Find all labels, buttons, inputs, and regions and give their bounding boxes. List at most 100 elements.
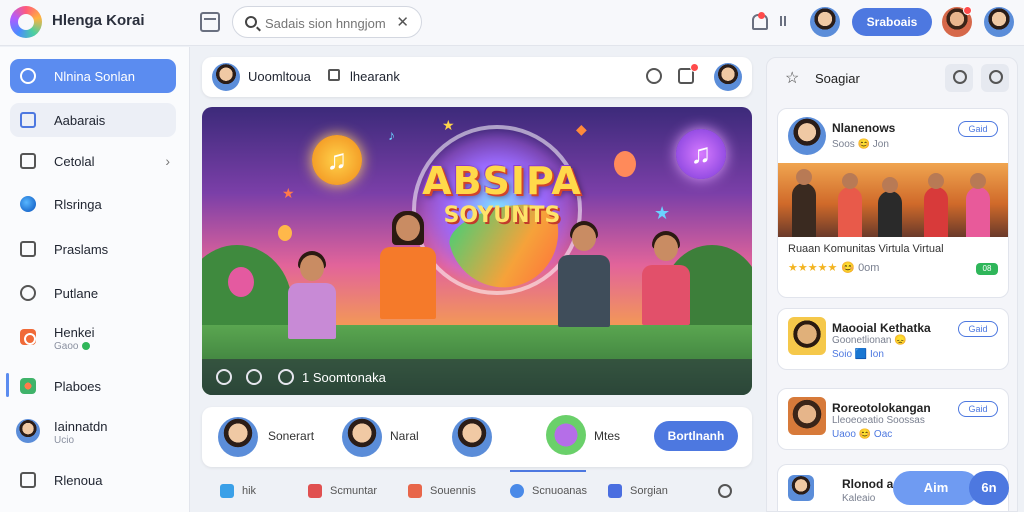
hero-banner[interactable]: ♪ ★ ◆ ★ ★ ABSIPA SOYUNTS ♫ ♫ 1 Soomtonak… (202, 107, 752, 395)
flower-icon (20, 378, 36, 394)
feed-user-avatar[interactable] (212, 63, 240, 91)
suggestion-card[interactable]: Maooial Kethatka Goonetlionan 😞 Soio 🟦 I… (777, 308, 1009, 370)
card-name: Rlonod a (842, 477, 894, 491)
music-note-icon: ♪ (388, 127, 395, 143)
sidebar-item-cetolal[interactable]: Cetolal › (10, 144, 176, 178)
suggestion-card[interactable]: Nlanenows Soos 😊 Jon Gaid Ruaan Komunita… (777, 108, 1009, 298)
card-meta: Soio 🟦 Ion (832, 349, 884, 360)
group-avatar[interactable] (452, 417, 492, 457)
user-icon[interactable] (981, 64, 1009, 92)
sidebar-item-plaboes[interactable]: Plaboes (10, 369, 176, 403)
card-name: Maooial Kethatka (832, 321, 931, 335)
sidebar-item-label: Aabarais (54, 113, 106, 128)
music-note-icon: ♫ (676, 129, 726, 179)
hero-headline: ABSIPA (422, 159, 582, 203)
record-icon (20, 329, 36, 345)
user-icon (718, 484, 732, 498)
online-status-icon (82, 342, 91, 350)
group-icon[interactable] (546, 415, 586, 455)
panel-header: ☆ Soagiar (767, 58, 1017, 98)
sidebar-item-iainnatdn[interactable]: Iainnatdn Ucio (10, 411, 176, 453)
panel-title: Soagiar (815, 71, 860, 86)
star-icon: ★ (654, 203, 671, 223)
sidebar-item-search[interactable]: Nlnina Sonlan (10, 59, 176, 93)
card-button[interactable]: Gaid (958, 121, 998, 137)
bottom-tabs: hik Scmuntar Souennis Scnuoanas Sorgian (202, 470, 752, 512)
sidebar-item-label: Nlnina Sonlan (54, 69, 135, 84)
more-label[interactable]: Mtes (594, 429, 620, 443)
sidebar-item-sublabel: Ucio (54, 435, 75, 446)
sidebar-item-label: Rlenoua (54, 473, 103, 488)
sidebar-item-label: Putlane (54, 286, 99, 301)
sidebar-item-label: Rlsringa (54, 197, 102, 212)
search-icon (20, 68, 36, 84)
search-input[interactable] (265, 13, 395, 33)
person-name[interactable]: Naral (390, 429, 419, 443)
star-icon: ◆ (576, 121, 587, 137)
suggestion-card[interactable]: Roreotolokangan Lleoeoeatio Soossas Uaoo… (777, 388, 1009, 450)
sidebar-item-putlane[interactable]: Putlane (10, 276, 176, 310)
user-avatar[interactable] (810, 7, 840, 37)
star-icon: ★ (282, 185, 295, 201)
sidebar: Nlnina Sonlan Aabarais Cetolal › Rlsring… (0, 47, 190, 512)
feed-tag[interactable]: lhearank (350, 69, 400, 84)
sidebar-item-rlsringa[interactable]: Rlsringa (10, 187, 176, 221)
share-icon[interactable] (278, 369, 294, 385)
sidebar-item-label: Cetolal (54, 154, 95, 169)
notification-bell-icon[interactable] (750, 12, 768, 30)
community-photo[interactable] (778, 163, 1008, 237)
person-avatar[interactable] (342, 417, 382, 457)
chat-icon (608, 484, 622, 498)
search-icon (245, 16, 257, 28)
heart-icon[interactable] (216, 369, 232, 385)
header-primary-button[interactable]: Sraboais (852, 8, 932, 36)
chip-button[interactable]: 6n (969, 471, 1009, 505)
feed-author-avatar[interactable] (714, 63, 742, 91)
app-logo[interactable] (10, 6, 42, 38)
active-indicator (6, 373, 9, 397)
search-bar[interactable]: ✕ (232, 6, 422, 38)
sidebar-item-rlenoua[interactable]: Rlenoua (10, 463, 176, 497)
card-caption: Ruaan Komunitas Virtula Virtual (788, 243, 944, 255)
feed-header: Uoomltoua lhearank (202, 57, 752, 97)
sidebar-item-label: Plaboes (54, 379, 101, 394)
child-figure (638, 229, 694, 359)
card-meta: Kaleaio (842, 493, 876, 504)
person-avatar[interactable] (218, 417, 258, 457)
person-name[interactable]: Sonerart (268, 429, 314, 443)
list-icon (20, 241, 36, 257)
sidebar-item-label: Iainnatdn (54, 419, 108, 434)
chat-icon (20, 285, 36, 301)
child-figure (282, 249, 342, 359)
globe-icon (20, 196, 36, 212)
pause-icon[interactable] (780, 16, 786, 26)
sidebar-item-henkei[interactable]: Henkei Gaoo (10, 317, 176, 359)
music-note-icon: ♫ (312, 135, 362, 185)
child-figure (552, 219, 616, 359)
card-button[interactable]: Gaid (958, 321, 998, 337)
card-button[interactable]: Gaid (958, 401, 998, 417)
chevron-right-icon[interactable]: › (165, 153, 170, 169)
tab-label: Scmuntar (330, 485, 378, 497)
sidebar-item-praslams[interactable]: Praslams (10, 232, 176, 266)
user-icon[interactable] (945, 64, 973, 92)
aim-button[interactable]: Aim (893, 471, 979, 505)
child-figure (372, 199, 442, 359)
refresh-icon[interactable] (646, 68, 662, 84)
sidebar-item-aabarais[interactable]: Aabarais (10, 103, 176, 137)
card-name: Nlanenows (832, 121, 896, 135)
close-icon[interactable]: ✕ (396, 13, 409, 31)
active-tab-indicator (510, 470, 586, 472)
app-title: Hlenga Korai (52, 12, 145, 29)
calendar-icon (20, 112, 36, 128)
calendar-icon[interactable] (200, 12, 220, 32)
sidebar-item-label: Praslams (54, 242, 109, 257)
comment-icon[interactable] (246, 369, 262, 385)
profile-avatar[interactable] (984, 7, 1014, 37)
avatar (788, 397, 826, 435)
star-icon: ☆ (785, 70, 800, 87)
card-meta: Lleoeoeatio Soossas (832, 415, 925, 426)
feed-user-name[interactable]: Uoomltoua (248, 69, 311, 84)
avatar (788, 317, 826, 355)
people-cta-button[interactable]: Bortlnanh (654, 421, 738, 451)
